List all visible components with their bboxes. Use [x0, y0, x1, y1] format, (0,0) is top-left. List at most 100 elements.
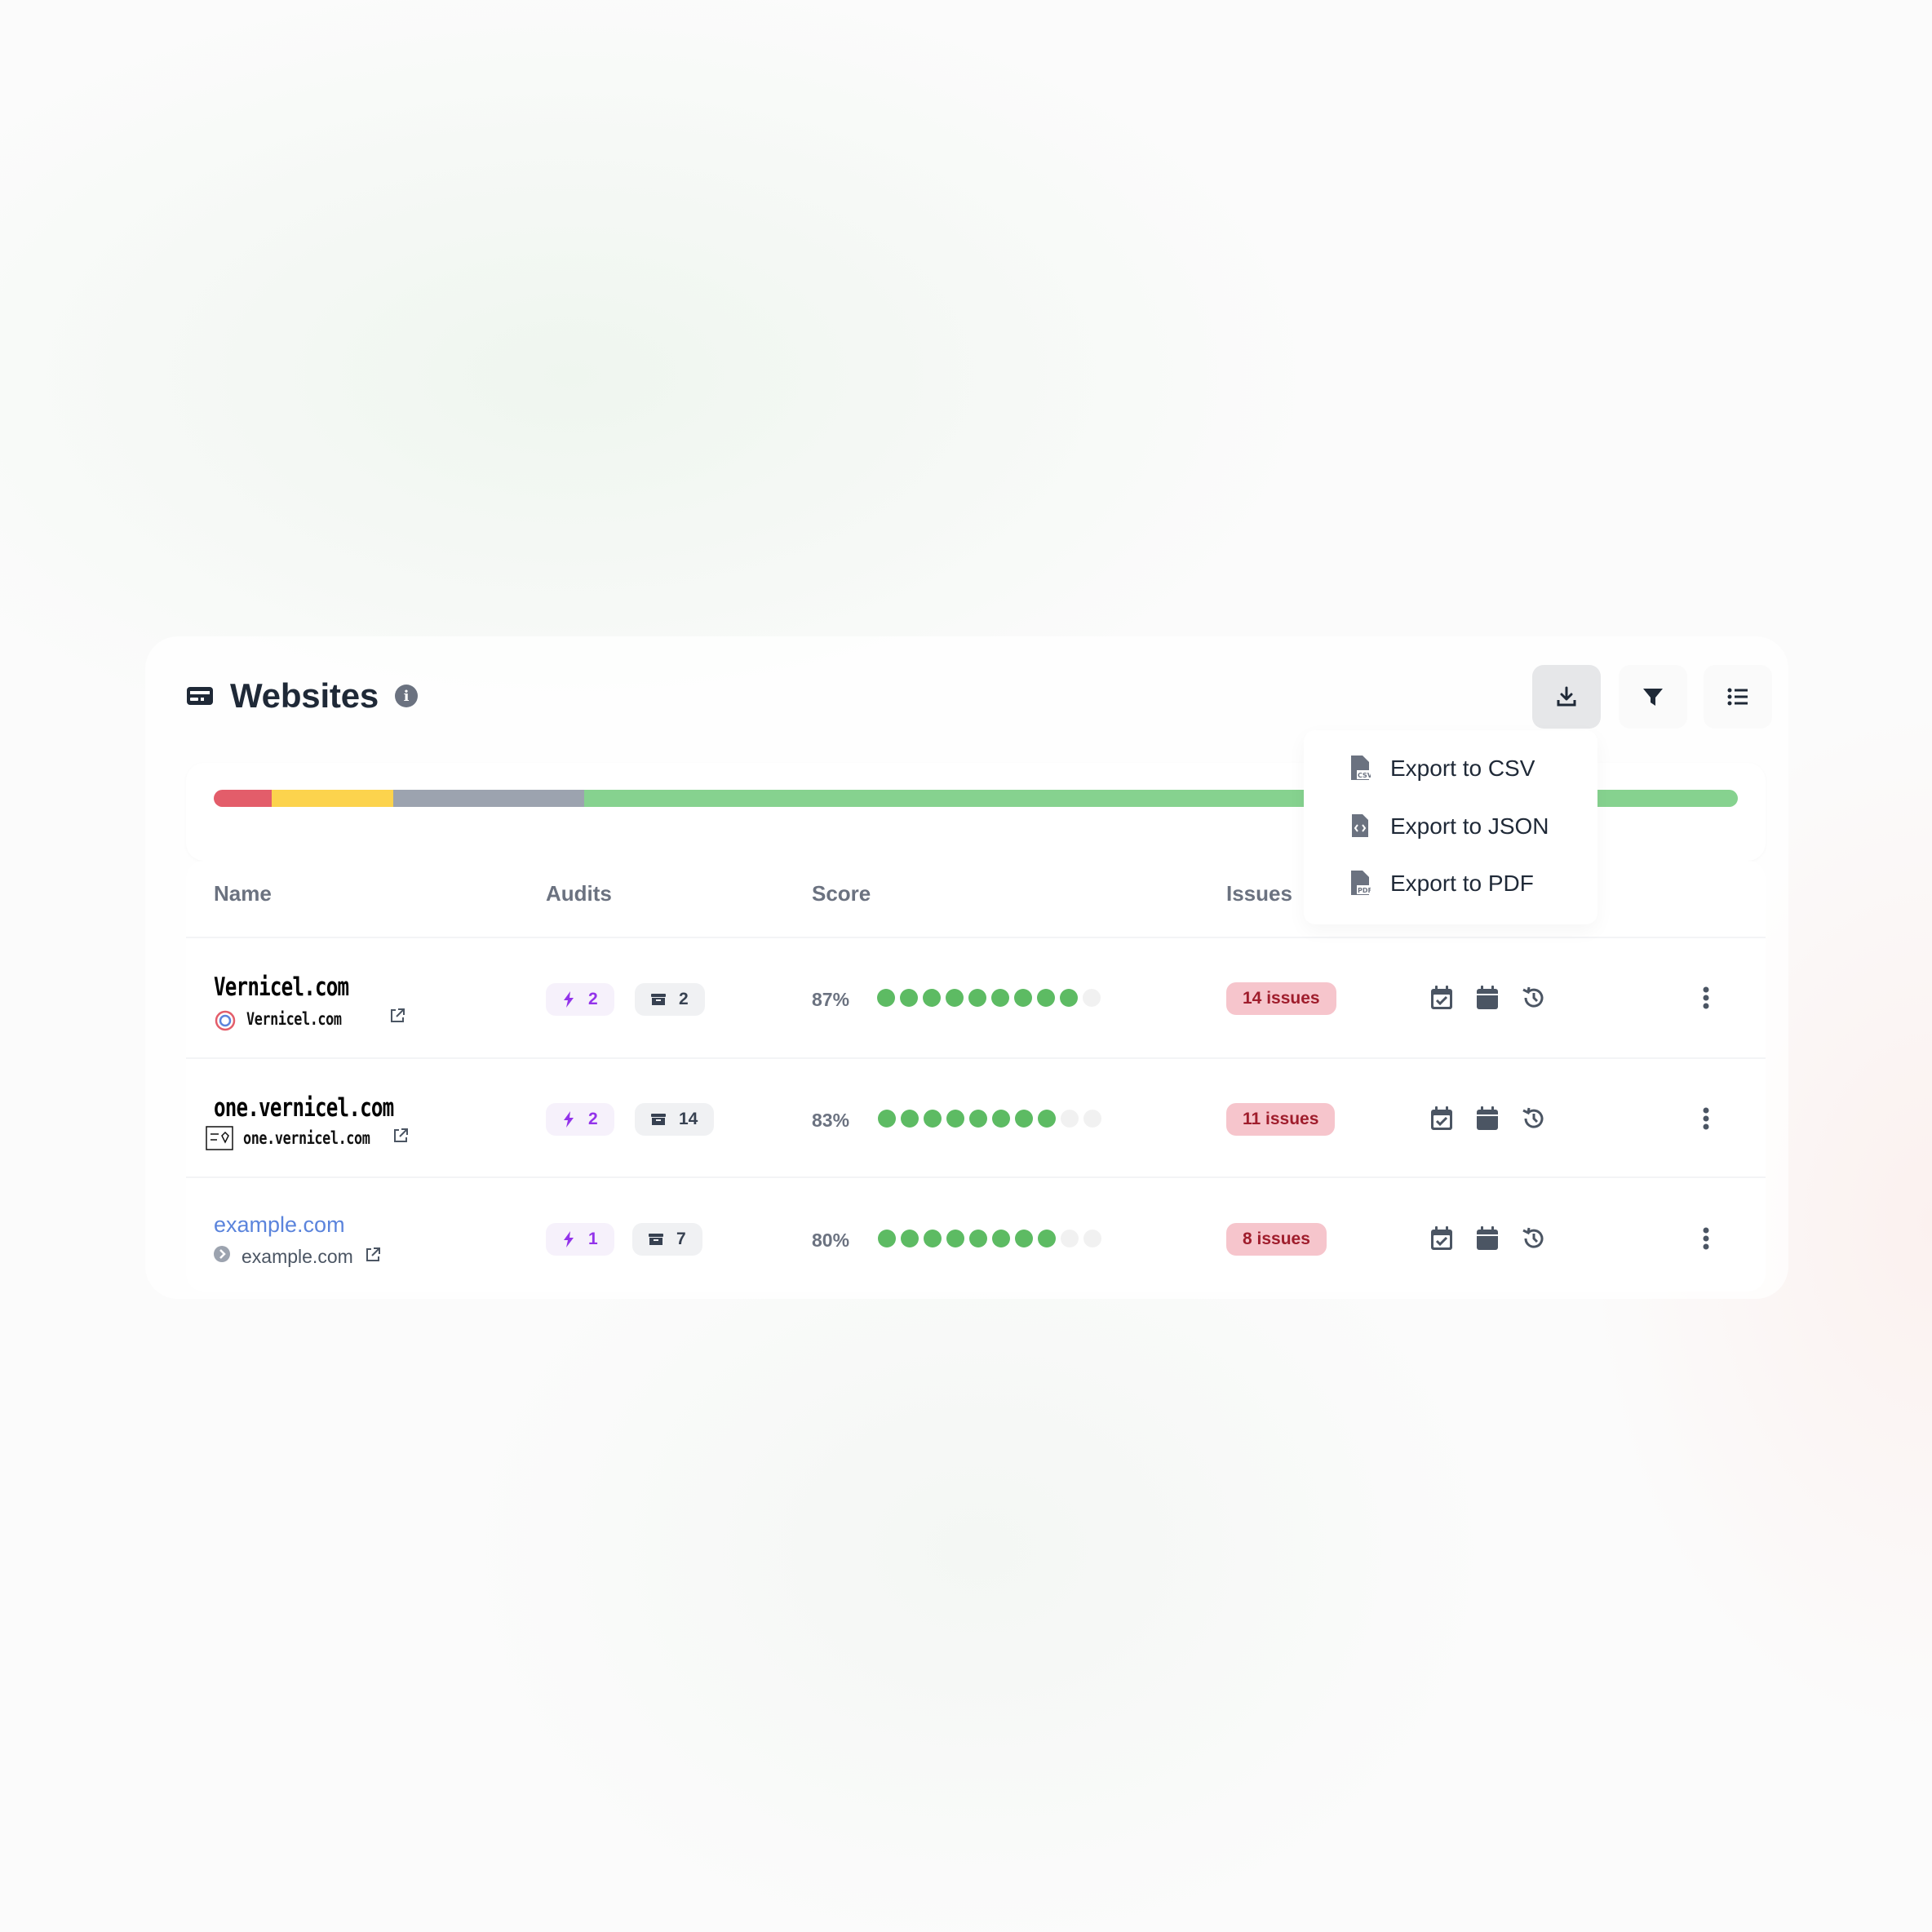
filter-button[interactable]: [1619, 665, 1687, 729]
row-menu-button[interactable]: [1694, 1222, 1718, 1255]
svg-text:PDF: PDF: [1358, 887, 1371, 894]
calendar-check-icon[interactable]: [1428, 1105, 1456, 1132]
score-dot: [1083, 1230, 1101, 1247]
archive-icon: [651, 1114, 666, 1125]
download-icon: [1557, 686, 1576, 707]
calendar-check-icon[interactable]: [1428, 1225, 1456, 1252]
score-percent: 80%: [812, 1230, 850, 1251]
svg-text:CSV: CSV: [1358, 772, 1371, 779]
download-button[interactable]: [1532, 665, 1601, 729]
score-dot: [1014, 989, 1032, 1007]
running-audits-badge[interactable]: 2: [546, 983, 614, 1016]
score-dot: [923, 989, 941, 1007]
score-dot: [924, 1110, 942, 1128]
site-domain: Vernicel.com: [246, 1009, 342, 1029]
divider: [186, 937, 1766, 938]
score-percent: 83%: [812, 1110, 850, 1131]
status-segment-fair: [271, 790, 394, 807]
site-favicon: [206, 1126, 233, 1150]
external-link-icon[interactable]: [364, 1246, 382, 1264]
monitor-icon: [186, 685, 214, 707]
score-dots: [877, 989, 1101, 1007]
score-dot: [1038, 1230, 1056, 1247]
site-name[interactable]: Vernicel.com: [214, 973, 349, 1002]
row-menu-button[interactable]: [1694, 982, 1718, 1014]
history-icon[interactable]: [1520, 1225, 1548, 1252]
column-header-name[interactable]: Name: [214, 881, 272, 906]
calendar-icon[interactable]: [1473, 1105, 1501, 1132]
site-name[interactable]: one.vernicel.com: [214, 1093, 394, 1123]
file-csv-icon: CSV: [1349, 756, 1371, 782]
external-link-icon[interactable]: [392, 1127, 410, 1145]
site-favicon: [214, 1246, 230, 1262]
column-header-score[interactable]: Score: [812, 881, 871, 906]
running-audits-badge[interactable]: 1: [546, 1223, 614, 1256]
calendar-icon[interactable]: [1473, 984, 1501, 1012]
issues-badge[interactable]: 8 issues: [1226, 1223, 1327, 1256]
file-pdf-icon: PDF: [1349, 871, 1371, 897]
column-header-audits[interactable]: Audits: [546, 881, 612, 906]
row-menu-button[interactable]: [1694, 1102, 1718, 1135]
history-icon[interactable]: [1520, 1105, 1548, 1132]
site-domain: one.vernicel.com: [243, 1128, 370, 1148]
bolt-icon: [564, 991, 574, 1008]
calendar-icon[interactable]: [1473, 1225, 1501, 1252]
score-dot: [991, 989, 1009, 1007]
score-dot: [1061, 1110, 1079, 1128]
column-header-issues[interactable]: Issues: [1226, 881, 1292, 906]
score-dot: [901, 1230, 919, 1247]
archived-audits-badge[interactable]: 7: [632, 1223, 702, 1256]
score-dot: [878, 1110, 896, 1128]
archive-icon: [651, 994, 666, 1005]
score-dot: [968, 989, 986, 1007]
running-audits-badge[interactable]: 2: [546, 1103, 614, 1136]
score-percent: 87%: [812, 989, 850, 1010]
divider: [186, 1057, 1766, 1059]
score-dot: [992, 1230, 1010, 1247]
site-favicon: [215, 1010, 236, 1031]
info-icon[interactable]: i: [395, 685, 419, 707]
external-link-icon[interactable]: [388, 1007, 406, 1025]
score-dot: [1038, 1110, 1056, 1128]
score-dot: [946, 989, 964, 1007]
export-csv-item[interactable]: CSV Export to CSV: [1304, 742, 1597, 795]
score-dot: [877, 989, 895, 1007]
calendar-check-icon[interactable]: [1428, 984, 1456, 1012]
score-dot: [1083, 1110, 1101, 1128]
archived-audits-badge[interactable]: 2: [635, 983, 705, 1016]
score-dot: [969, 1230, 987, 1247]
score-dot: [1015, 1230, 1033, 1247]
card-header: Websites i: [186, 665, 419, 727]
score-dot: [969, 1110, 987, 1128]
score-dot: [1037, 989, 1055, 1007]
list-view-button[interactable]: [1704, 665, 1772, 729]
filter-icon: [1643, 689, 1663, 706]
file-code-icon: [1349, 813, 1371, 840]
export-menu: CSV Export to CSV Export to JSON PDF Exp…: [1304, 730, 1597, 924]
history-icon[interactable]: [1520, 984, 1548, 1012]
score-dot: [946, 1110, 964, 1128]
export-pdf-item[interactable]: PDF Export to PDF: [1304, 857, 1597, 910]
site-domain: example.com: [242, 1246, 353, 1267]
list-icon: [1727, 688, 1748, 706]
status-segment-unknown: [393, 790, 584, 807]
score-dot: [1083, 989, 1101, 1007]
score-dot: [1060, 989, 1078, 1007]
issues-badge[interactable]: 11 issues: [1226, 1103, 1336, 1136]
divider: [186, 1176, 1766, 1178]
score-dot: [878, 1230, 896, 1247]
score-dot: [901, 1110, 919, 1128]
archive-icon: [649, 1234, 663, 1245]
score-dot: [992, 1110, 1010, 1128]
score-dots: [878, 1110, 1101, 1128]
score-dots: [878, 1230, 1101, 1247]
score-dot: [900, 989, 918, 1007]
site-name-link[interactable]: example.com: [214, 1212, 345, 1238]
bolt-icon: [564, 1111, 574, 1128]
score-dot: [946, 1230, 964, 1247]
issues-badge[interactable]: 14 issues: [1226, 982, 1336, 1015]
score-dot: [924, 1230, 942, 1247]
page-title: Websites: [230, 676, 379, 715]
archived-audits-badge[interactable]: 14: [635, 1103, 715, 1136]
export-json-item[interactable]: Export to JSON: [1304, 800, 1597, 853]
